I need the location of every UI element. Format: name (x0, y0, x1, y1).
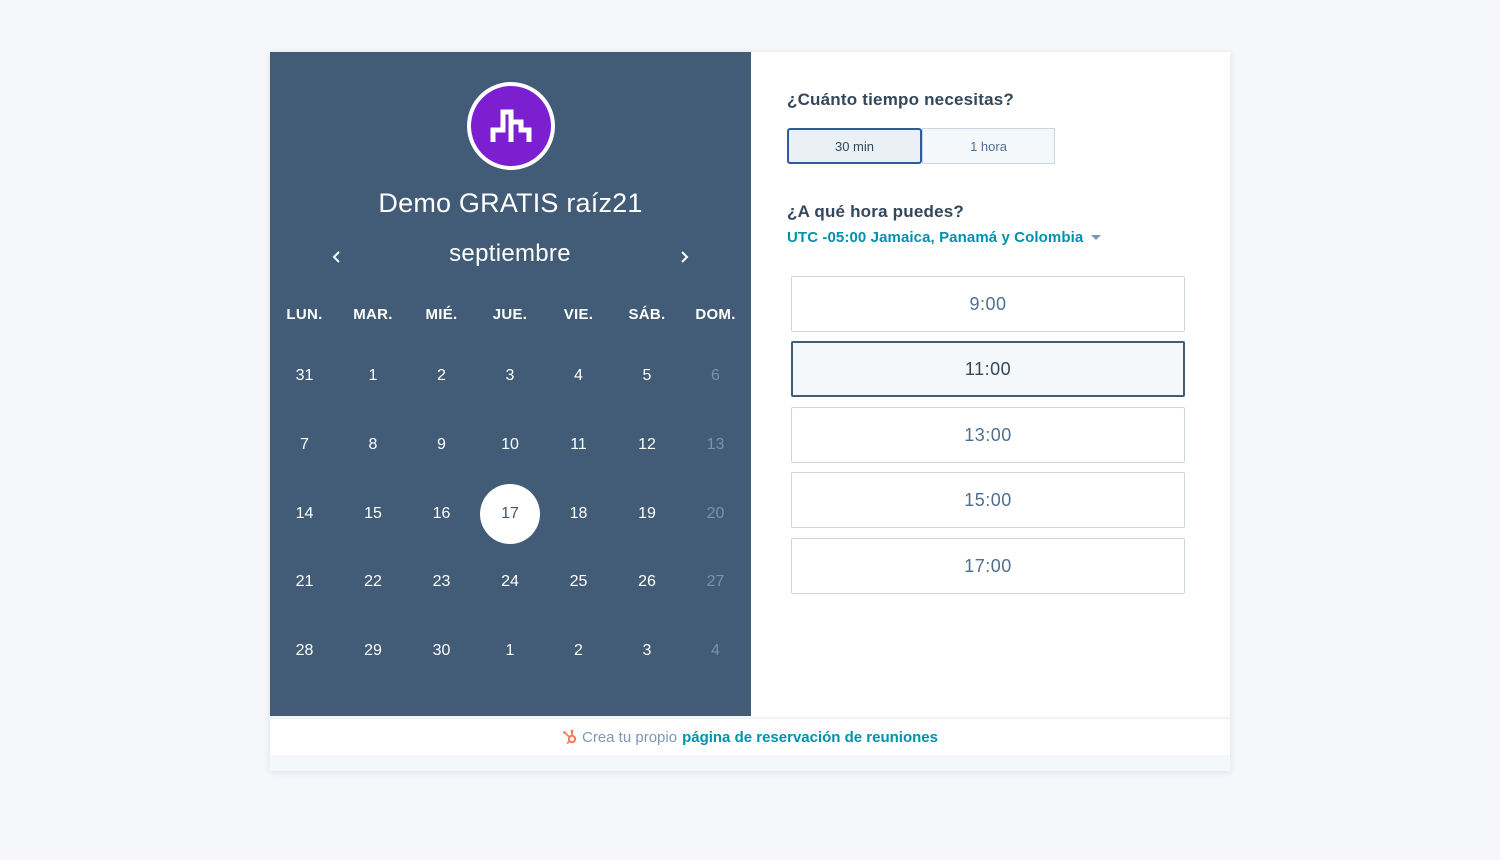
calendar-day[interactable]: 12 (617, 415, 677, 475)
calendar-day[interactable]: 2 (412, 346, 472, 406)
duration-option-button[interactable]: 1 hora (922, 128, 1055, 164)
calendar-day[interactable]: 15 (343, 484, 403, 544)
time-slot-button[interactable]: 13:00 (791, 407, 1185, 463)
time-slot-button[interactable]: 9:00 (791, 276, 1185, 332)
timezone-label: UTC -05:00 Jamaica, Panamá y Colombia (787, 229, 1084, 246)
calendar-day[interactable]: 8 (343, 415, 403, 475)
time-slot-button[interactable]: 11:00 (791, 341, 1185, 397)
time-question: ¿A qué hora puedes? (787, 202, 964, 221)
calendar-day-selected[interactable]: 17 (480, 484, 540, 544)
calendar-day[interactable]: 1 (480, 621, 540, 681)
calendar-day: 20 (706, 505, 725, 522)
caret-down-icon (1091, 235, 1102, 240)
calendar-day[interactable]: 21 (275, 552, 335, 612)
create-meetings-page-link[interactable]: página de reservación de reuniones (682, 729, 938, 746)
hubspot-sprocket-icon (562, 729, 578, 745)
calendar-day[interactable]: 30 (412, 621, 472, 681)
calendar-day[interactable]: 2 (549, 621, 609, 681)
footer-bar: Crea tu propio página de reservación de … (270, 718, 1230, 755)
calendar-day[interactable]: 3 (480, 346, 540, 406)
time-slot-button[interactable]: 17:00 (791, 538, 1185, 594)
calendar-day[interactable]: 24 (480, 552, 540, 612)
calendar-day[interactable]: 22 (343, 552, 403, 612)
calendar-day[interactable]: 1 (343, 346, 403, 406)
calendar-panel: Demo GRATIS raíz21 septiembre LUN. MAR. MI… (270, 52, 751, 716)
calendar-day[interactable]: 26 (617, 552, 677, 612)
calendar-days-grid: 31 1 2 3 4 5 6 7 8 9 10 11 12 13 14 15 16 17 18 19 20 21 22 23 2… (270, 52, 751, 716)
duration-question: ¿Cuánto tiempo necesitas? (787, 90, 1014, 109)
footer-prefix-text: Crea tu propio (582, 728, 678, 746)
calendar-day[interactable]: 10 (480, 415, 540, 475)
meeting-scheduler-card: Demo GRATIS raíz21 septiembre LUN. MAR. MI… (270, 52, 1230, 771)
duration-toggle-group: 30 min 1 hora (787, 128, 1055, 164)
calendar-day[interactable]: 16 (412, 484, 472, 544)
footer-bottom-strip (270, 755, 1230, 771)
calendar-day[interactable]: 7 (275, 415, 335, 475)
calendar-day[interactable]: 18 (549, 484, 609, 544)
timezone-selector[interactable]: UTC -05:00 Jamaica, Panamá y Colombia (787, 229, 1102, 246)
booking-options-panel: ¿Cuánto tiempo necesitas? 30 min 1 hora ¿… (751, 52, 1230, 716)
duration-option-button[interactable]: 30 min (787, 128, 922, 164)
calendar-day[interactable]: 5 (617, 346, 677, 406)
calendar-day[interactable]: 9 (412, 415, 472, 475)
calendar-day[interactable]: 4 (549, 346, 609, 406)
calendar-day: 6 (711, 367, 720, 384)
calendar-day: 4 (711, 642, 720, 659)
calendar-day[interactable]: 3 (617, 621, 677, 681)
calendar-day[interactable]: 29 (343, 621, 403, 681)
calendar-day[interactable]: 25 (549, 552, 609, 612)
calendar-day[interactable]: 11 (549, 415, 609, 475)
calendar-day: 13 (706, 436, 725, 453)
calendar-day: 27 (706, 573, 725, 590)
calendar-day[interactable]: 28 (275, 621, 335, 681)
calendar-day[interactable]: 19 (617, 484, 677, 544)
calendar-day[interactable]: 31 (275, 346, 335, 406)
calendar-day[interactable]: 23 (412, 552, 472, 612)
time-slot-button[interactable]: 15:00 (791, 472, 1185, 528)
calendar-day[interactable]: 14 (275, 484, 335, 544)
